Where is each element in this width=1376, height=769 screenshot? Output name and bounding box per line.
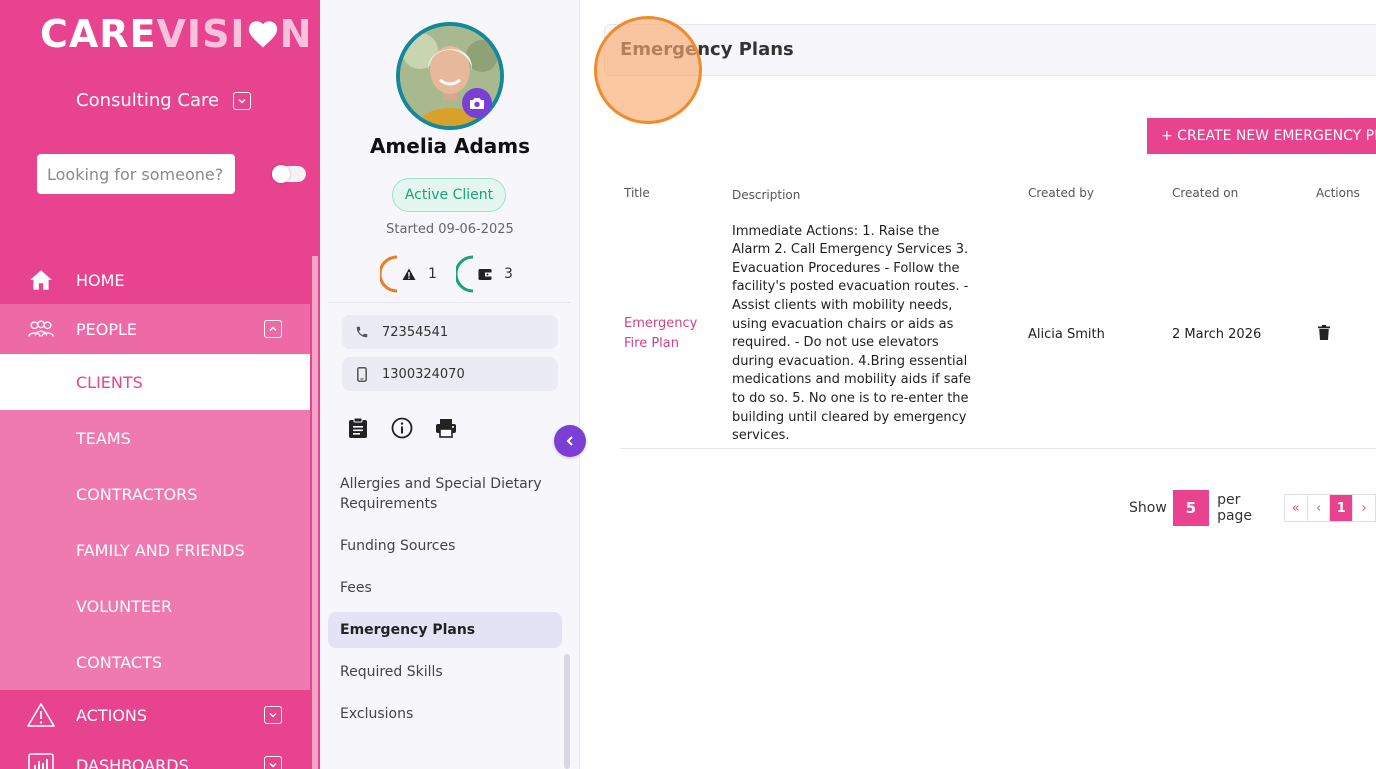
- sidebar-item-label: TEAMS: [76, 428, 131, 448]
- sidebar-scrollbar[interactable]: [312, 256, 318, 769]
- chevron-up-icon[interactable]: [264, 320, 282, 338]
- home-icon: [27, 266, 55, 294]
- chevron-down-icon: [233, 91, 252, 110]
- org-selector[interactable]: Consulting Care: [76, 90, 252, 111]
- column-header-description[interactable]: Description: [718, 186, 976, 223]
- alerts-counter[interactable]: 1: [380, 254, 437, 294]
- sidebar-item-label: ACTIONS: [76, 705, 148, 725]
- click-highlight-marker: [594, 16, 702, 124]
- progress-arc-icon: [380, 255, 398, 293]
- page-button-1[interactable]: 1: [1329, 494, 1354, 522]
- page-header: Emergency Plans: [604, 24, 1376, 76]
- create-emergency-plan-button[interactable]: + CREATE NEW EMERGENCY PLAN: [1147, 118, 1376, 154]
- cell-title: Emergency Fire Plan: [620, 223, 718, 449]
- cell-actions: [1296, 223, 1376, 449]
- search-input[interactable]: [37, 154, 235, 194]
- sidebar-item-label: HOME: [76, 270, 125, 290]
- people-submenu: TEAMS CONTRACTORS FAMILY AND FRIENDS VOL…: [0, 410, 310, 690]
- phone-number: 72354541: [382, 324, 449, 340]
- sidebar-item-actions[interactable]: ACTIONS: [0, 690, 310, 740]
- cell-description: Immediate Actions: 1. Raise the Alarm 2.…: [732, 223, 972, 444]
- divider: [328, 302, 571, 303]
- sidebar-item-contractors[interactable]: CONTRACTORS: [0, 466, 310, 522]
- cell-created-on: 2 March 2026: [1172, 326, 1262, 342]
- sidebar-item-label: CLIENTS: [76, 372, 143, 392]
- delete-icon[interactable]: [1318, 324, 1330, 344]
- sidebar-item-label: PEOPLE: [76, 319, 138, 339]
- sidebar-item-label: VOLUNTEER: [76, 596, 173, 616]
- start-date: Started 09-06-2025: [386, 222, 514, 237]
- menu-item-required-skills[interactable]: Required Skills: [328, 654, 562, 690]
- phone-field[interactable]: 72354541: [342, 315, 558, 349]
- column-header-created-by[interactable]: Created by: [976, 186, 1152, 223]
- logo-text-visi: VISI: [156, 12, 246, 56]
- sidebar-item-contacts[interactable]: CONTACTS: [0, 634, 310, 690]
- main-content: Emergency Plans + CREATE NEW EMERGENCY P…: [580, 0, 1376, 769]
- people-icon: [27, 315, 55, 343]
- funds-counter[interactable]: 3: [456, 254, 513, 294]
- org-name: Consulting Care: [76, 90, 220, 111]
- sidebar-item-home[interactable]: HOME: [0, 256, 310, 304]
- sidebar-item-label: CONTRACTORS: [76, 484, 198, 504]
- collapse-panel-button[interactable]: [554, 425, 586, 457]
- menu-item-emergency-plans[interactable]: Emergency Plans: [328, 612, 562, 648]
- mobile-phone-icon: [354, 366, 370, 382]
- show-label: Show: [1129, 500, 1167, 516]
- client-menu: Allergies and Special Dietary Requiremen…: [328, 466, 562, 738]
- sidebar-item-label: FAMILY AND FRIENDS: [76, 540, 245, 560]
- sidebar-item-people[interactable]: PEOPLE: [0, 304, 310, 354]
- print-icon[interactable]: [434, 416, 458, 440]
- cell-created-by: Alicia Smith: [1028, 326, 1105, 342]
- per-page-label: per page: [1217, 492, 1253, 524]
- sidebar-item-label: DASHBOARDS: [76, 755, 189, 769]
- menu-item-exclusions[interactable]: Exclusions: [328, 696, 562, 732]
- warning-icon: [27, 701, 55, 729]
- search-toggle[interactable]: [272, 165, 306, 183]
- heart-icon: [248, 21, 277, 48]
- sidebar-item-volunteer[interactable]: VOLUNTEER: [0, 578, 310, 634]
- alerts-count: 1: [428, 266, 437, 282]
- page-size-select[interactable]: 5: [1172, 490, 1210, 526]
- column-header-actions: Actions: [1316, 186, 1360, 200]
- info-icon[interactable]: [390, 416, 414, 440]
- dashboard-icon: [27, 751, 55, 769]
- sidebar-item-clients[interactable]: CLIENTS: [0, 354, 310, 410]
- status-badge: Active Client: [392, 178, 506, 212]
- emergency-plans-table: Title Description Created by Created on …: [620, 186, 1376, 449]
- column-header-created-on[interactable]: Created on: [1152, 186, 1296, 223]
- table-row: Emergency Fire Plan Immediate Actions: 1…: [620, 223, 1376, 449]
- sidebar-item-teams[interactable]: TEAMS: [0, 410, 310, 466]
- clipboard-icon[interactable]: [346, 416, 370, 440]
- progress-arc-icon: [456, 255, 474, 293]
- avatar-ring: [396, 22, 504, 130]
- first-page-button[interactable]: «: [1283, 494, 1308, 522]
- camera-icon[interactable]: [462, 88, 492, 118]
- next-page-button[interactable]: ›: [1352, 494, 1376, 522]
- main-sidebar: CAREVISI N Consulting Care HOME PEOPLE CL…: [0, 0, 320, 769]
- chevron-left-icon: [566, 436, 573, 446]
- pagination: Show 5 per page « ‹ 1 ›: [1129, 490, 1376, 526]
- carevision-logo[interactable]: CAREVISI N: [40, 12, 312, 56]
- chevron-down-icon[interactable]: [264, 756, 282, 769]
- logo-text-n: N: [279, 12, 313, 56]
- sidebar-item-family-and-friends[interactable]: FAMILY AND FRIENDS: [0, 522, 310, 578]
- table-header-row: Title Description Created by Created on …: [620, 186, 1376, 223]
- column-header-title[interactable]: Title: [620, 186, 718, 223]
- wallet-count: 3: [504, 266, 513, 282]
- mobile-field[interactable]: 1300324070: [342, 357, 558, 391]
- menu-item-funding-sources[interactable]: Funding Sources: [328, 528, 562, 564]
- sidebar-item-label: CONTACTS: [76, 652, 163, 672]
- plan-title-link[interactable]: Emergency Fire Plan: [624, 314, 698, 354]
- client-panel-scrollbar[interactable]: [564, 654, 570, 769]
- client-name: Amelia Adams: [369, 134, 531, 158]
- sidebar-item-dashboards[interactable]: DASHBOARDS: [0, 740, 310, 769]
- mobile-number: 1300324070: [382, 366, 465, 382]
- previous-page-button[interactable]: ‹: [1306, 494, 1331, 522]
- client-panel: Amelia Adams Active Client Started 09-06…: [320, 0, 580, 769]
- logo-text-care: CARE: [40, 12, 157, 56]
- phone-icon: [354, 325, 370, 339]
- menu-item-fees[interactable]: Fees: [328, 570, 562, 606]
- chevron-down-icon[interactable]: [264, 706, 282, 724]
- menu-item-allergies[interactable]: Allergies and Special Dietary Requiremen…: [328, 466, 562, 522]
